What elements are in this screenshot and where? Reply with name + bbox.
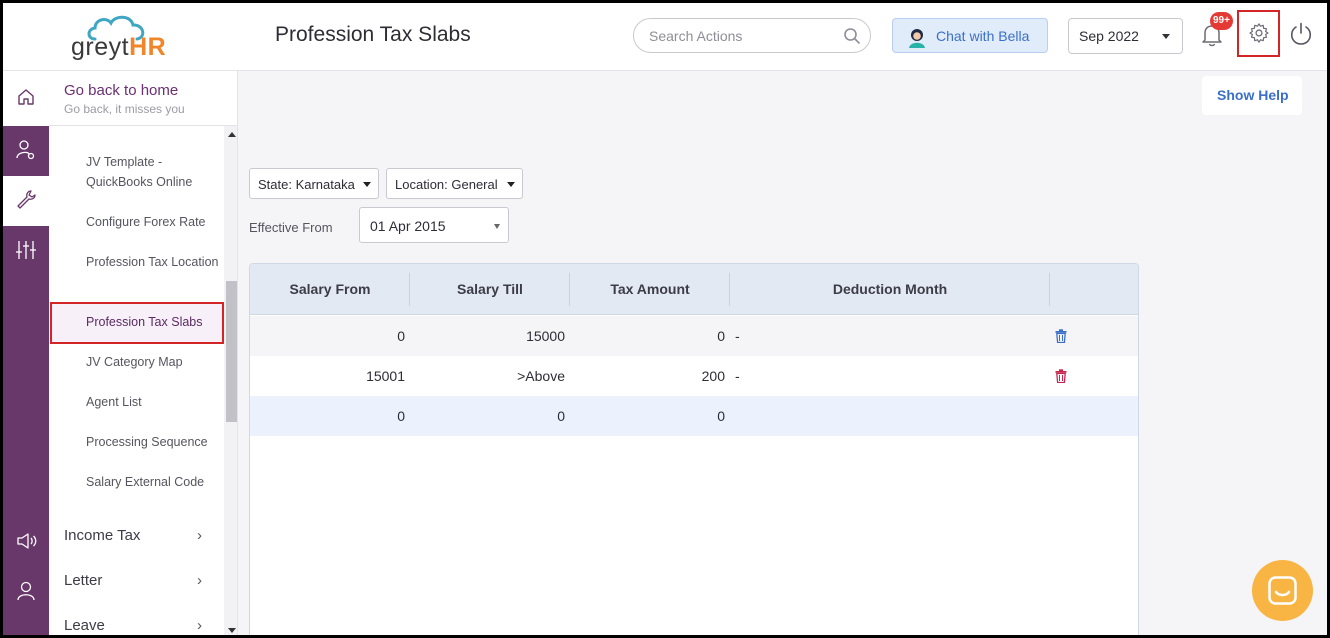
wrench-icon [16,189,36,211]
rail-tools[interactable] [3,176,49,226]
cell-salary-till[interactable]: >Above [410,356,565,396]
sidebar-item-label: Profession Tax Slabs [86,315,203,329]
column-header-tax-amount[interactable]: Tax Amount [570,264,730,315]
sidebar-item-label: Leave [64,617,105,634]
sidebar-item-label: Letter [64,572,102,589]
table-row[interactable]: 15001 >Above 200 - [250,356,1138,396]
chat-with-bella-button[interactable]: Chat with Bella [892,18,1048,53]
state-filter-dropdown[interactable]: State: Karnataka [249,168,379,199]
caret-down-icon [507,182,515,187]
period-select[interactable]: Sep 2022 [1068,18,1183,54]
user-icon [16,580,36,602]
column-header-deduction-month[interactable]: Deduction Month [730,264,1050,315]
go-home-subtitle: Go back, it misses you [64,102,185,116]
chevron-right-icon: › [197,617,202,634]
show-help-label: Show Help [1217,87,1289,103]
sidebar-item-income-tax[interactable]: Income Tax › [64,527,204,549]
location-filter-dropdown[interactable]: Location: General [386,168,523,199]
notification-badge: 99+ [1210,12,1233,30]
cell-salary-from[interactable]: 0 [250,396,405,436]
chat-label: Chat with Bella [936,28,1029,44]
icon-rail [3,71,49,635]
cell-tax-amount[interactable]: 0 [570,316,725,356]
location-filter-value: Location: General [395,177,498,192]
trash-icon[interactable] [1055,329,1067,343]
scroll-down-arrow-icon[interactable] [228,628,236,633]
rail-announcements[interactable] [3,517,49,567]
sidebar-item-leave[interactable]: Leave › [64,617,204,635]
power-icon[interactable] [1288,21,1314,47]
chat-launcher-button[interactable] [1252,560,1313,621]
sidebar-item-processing-sequence[interactable]: Processing Sequence [86,432,226,452]
cell-salary-from[interactable]: 0 [250,316,405,356]
bella-avatar-icon [906,26,928,48]
sidebar-item-label: Income Tax [64,527,140,544]
cell-tax-amount[interactable]: 200 [570,356,725,396]
top-header: greytHR Profession Tax Slabs Search Acti… [3,3,1327,71]
trash-icon[interactable] [1055,369,1067,383]
search-icon[interactable] [843,27,861,45]
effective-from-select[interactable]: 01 Apr 2015 [359,207,509,243]
chevron-right-icon: › [197,572,202,589]
table-row[interactable]: 0 0 0 [250,396,1138,436]
show-help-button[interactable]: Show Help [1202,76,1302,115]
table-header: Salary From Salary Till Tax Amount Deduc… [250,264,1138,315]
rail-home[interactable] [3,71,49,126]
go-home-title: Go back to home [64,82,178,99]
chevron-right-icon: › [197,527,202,544]
tax-slab-table: Salary From Salary Till Tax Amount Deduc… [249,263,1139,635]
search-placeholder: Search Actions [649,28,742,44]
rail-people-settings[interactable] [3,126,49,176]
cell-tax-amount[interactable]: 0 [570,396,725,436]
greythr-logo[interactable]: greytHR [67,13,187,63]
sidebar-item-letter[interactable]: Letter › [64,572,204,594]
cell-deduction-month[interactable] [735,396,1035,436]
caret-down-icon [494,224,500,229]
cell-salary-till[interactable]: 15000 [410,316,565,356]
logo-text: greytHR [71,33,166,62]
chat-icon [1268,576,1297,605]
sliders-icon [16,239,36,261]
rail-controls[interactable] [3,226,49,276]
sidebar-item-jv-template[interactable]: JV Template - QuickBooks Online [86,152,226,192]
sidebar-item-configure-forex-rate[interactable]: Configure Forex Rate [86,212,226,232]
user-settings-icon [16,139,36,161]
column-divider [1049,273,1050,306]
state-filter-value: State: Karnataka [258,177,355,192]
home-icon [17,88,35,106]
app-window: greytHR Profession Tax Slabs Search Acti… [3,3,1327,635]
cell-salary-from[interactable]: 15001 [250,356,405,396]
settings-button[interactable] [1237,10,1280,57]
cell-deduction-month[interactable]: - [735,316,1035,356]
sidebar-item-profession-tax-slabs[interactable]: Profession Tax Slabs [50,302,224,344]
sidebar-item-profession-tax-location[interactable]: Profession Tax Location [86,252,226,272]
search-input[interactable]: Search Actions [633,18,871,53]
scroll-up-arrow-icon[interactable] [228,132,236,137]
sidebar-item-salary-external-code[interactable]: Salary External Code [86,472,226,492]
table-row[interactable]: 0 15000 0 - [250,316,1138,356]
period-value: Sep 2022 [1079,28,1139,44]
effective-from-value: 01 Apr 2015 [370,218,446,234]
sidebar-item-agent-list[interactable]: Agent List [86,392,226,412]
gear-icon [1248,22,1270,44]
cell-deduction-month[interactable]: - [735,356,1035,396]
rail-profile[interactable] [3,567,49,617]
caret-down-icon [1162,34,1170,39]
sidebar-menu: JV Template - QuickBooks Online Configur… [49,126,238,635]
column-header-salary-till[interactable]: Salary Till [410,264,570,315]
cell-salary-till[interactable]: 0 [410,396,565,436]
caret-down-icon [363,182,371,187]
speaker-icon [16,530,38,552]
column-header-salary-from[interactable]: Salary From [250,264,410,315]
effective-from-label: Effective From [249,220,333,235]
page-title: Profession Tax Slabs [275,23,471,47]
go-back-home[interactable]: Go back to home Go back, it misses you [49,71,238,126]
scrollbar-thumb[interactable] [226,281,237,422]
sidebar-item-jv-category-map[interactable]: JV Category Map [86,352,226,372]
